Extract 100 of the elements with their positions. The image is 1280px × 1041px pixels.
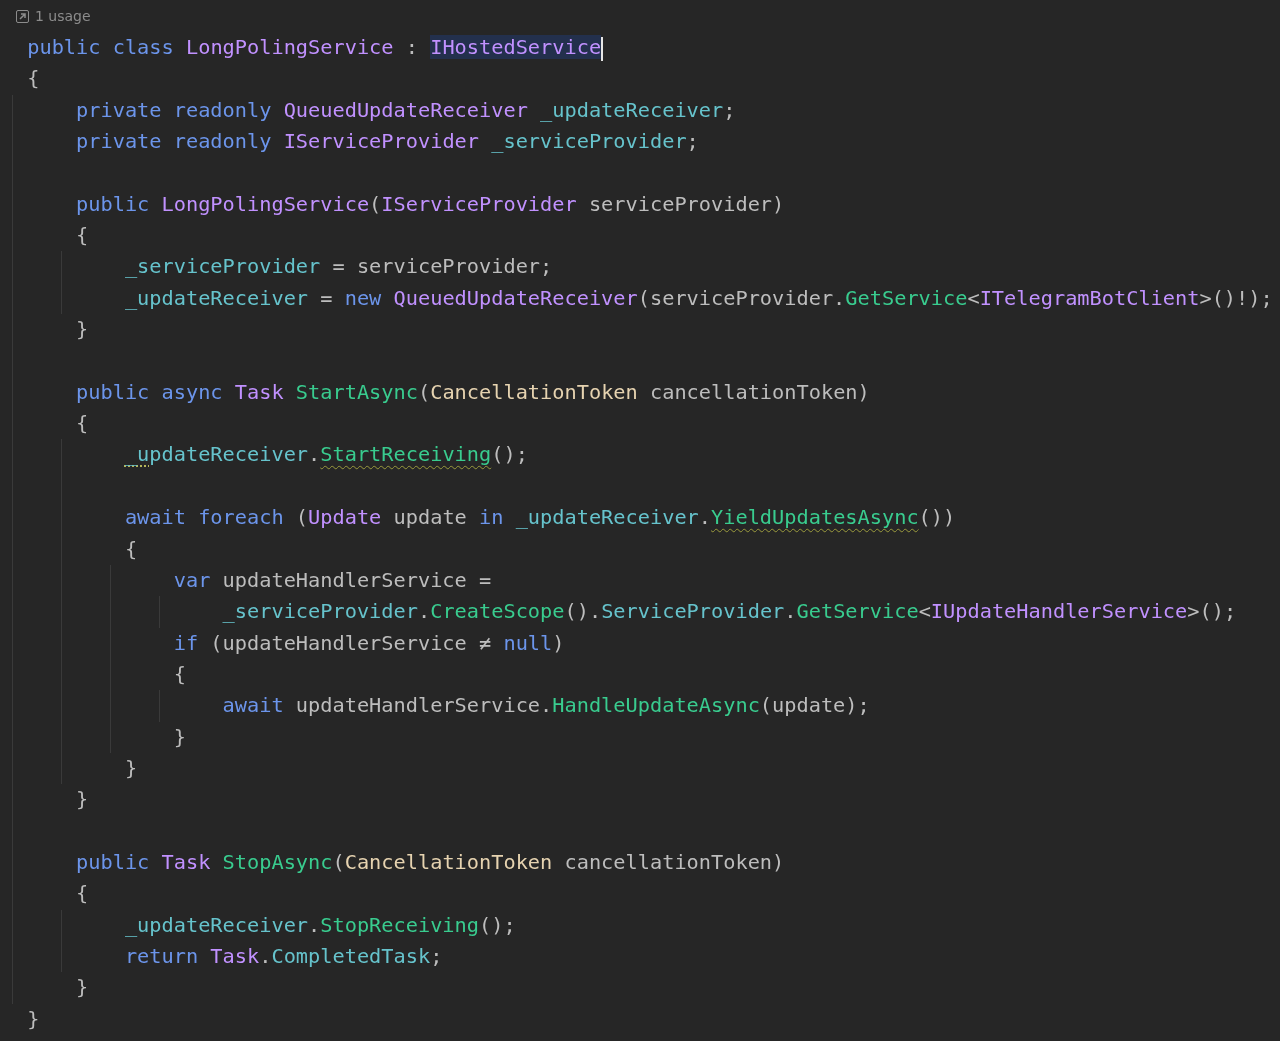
code-text: ( xyxy=(332,849,345,874)
method-name: GetService xyxy=(845,285,968,310)
code-text: . xyxy=(698,505,712,530)
code-text: (serviceProvider. xyxy=(637,285,846,310)
keyword: async xyxy=(160,379,223,404)
code-text: < xyxy=(967,285,980,310)
field-name: pdateReceiver xyxy=(149,442,309,467)
keyword: in xyxy=(479,505,504,530)
type-name: LongPolingService xyxy=(184,35,394,59)
keyword: public xyxy=(27,35,101,59)
type-name: IServiceProvider xyxy=(282,129,479,154)
type-name: Task xyxy=(209,943,260,968)
method-name: GetService xyxy=(796,599,919,624)
method-name: StartReceiving xyxy=(320,442,492,467)
field-name: _updateReceiver xyxy=(124,912,309,937)
code-text: . xyxy=(417,599,431,624)
code-text: updateHandlerService. xyxy=(294,693,553,718)
keyword: foreach xyxy=(197,505,284,530)
keyword: var xyxy=(173,567,211,592)
code-text: update xyxy=(392,505,468,530)
method-name: HandleUpdateAsync xyxy=(552,693,760,718)
keyword: private xyxy=(76,129,162,154)
method-name: StopReceiving xyxy=(320,912,479,937)
field-name: CompletedTask xyxy=(271,943,431,968)
keyword: null xyxy=(503,630,553,655)
field-name: _serviceProvider xyxy=(222,599,418,624)
code-text: < xyxy=(918,599,931,624)
keyword: readonly xyxy=(172,97,272,122)
selected-code-text: IHostedService xyxy=(430,35,602,59)
code-text: (updateHandlerService ≠ xyxy=(209,630,493,655)
keyword: if xyxy=(173,630,199,655)
type-name: Update xyxy=(308,505,382,530)
field-name: _serviceProvider xyxy=(124,254,321,279)
keyword: await xyxy=(124,505,186,530)
code-text: . xyxy=(784,599,797,624)
method-name: StopAsync xyxy=(221,849,333,874)
keyword: public xyxy=(76,191,150,216)
method-name: CreateScope xyxy=(430,599,565,624)
type-name: Task xyxy=(233,379,284,404)
field-name: _u xyxy=(124,442,150,467)
keyword: public xyxy=(76,379,150,404)
type-name: ITelegramBotClient xyxy=(979,285,1200,310)
jump-arrow-icon xyxy=(16,9,29,23)
code-text: . xyxy=(308,912,321,937)
field-name: _updateReceiver xyxy=(514,505,699,530)
code-text: { xyxy=(124,536,138,561)
code-text: { xyxy=(173,661,186,686)
code-text: { xyxy=(76,411,89,436)
field-name: ServiceProvider xyxy=(601,599,785,624)
code-text: ; xyxy=(686,129,699,154)
usage-count-link[interactable]: 1 usage xyxy=(35,8,91,24)
code-text: (); xyxy=(491,442,528,467)
code-text: = serviceProvider; xyxy=(331,254,553,279)
code-text: ( xyxy=(417,379,431,404)
code-text: : xyxy=(404,35,419,59)
code-text: } xyxy=(124,755,138,780)
code-text: (). xyxy=(564,599,602,624)
type-name: QueuedUpdateReceiver xyxy=(392,285,638,310)
keyword: new xyxy=(344,285,382,310)
code-text: } xyxy=(76,787,89,812)
type-name: IUpdateHandlerService xyxy=(930,599,1188,624)
code-text: . xyxy=(308,442,321,467)
type-name: QueuedUpdateReceiver xyxy=(282,97,528,122)
code-text: cancellationToken) xyxy=(563,849,785,874)
keyword: private xyxy=(76,97,162,122)
code-text: ( xyxy=(294,505,309,530)
code-text: ()) xyxy=(918,505,956,530)
type-name: Task xyxy=(160,849,211,874)
code-text: = xyxy=(319,285,334,310)
code-text: >()!); xyxy=(1199,285,1273,310)
field-name: _updateReceiver xyxy=(124,285,309,310)
code-text: { xyxy=(76,881,89,906)
field-name: _serviceProvider xyxy=(490,129,687,154)
code-text: } xyxy=(76,975,89,1000)
type-name: CancellationToken xyxy=(344,849,553,874)
code-text: >(); xyxy=(1187,599,1237,624)
method-name: StartAsync xyxy=(294,379,418,404)
type-name: CancellationToken xyxy=(430,379,638,404)
method-name: YieldUpdatesAsync xyxy=(711,505,919,530)
keyword: public xyxy=(76,849,150,874)
type-name: IServiceProvider xyxy=(381,191,577,216)
keyword: return xyxy=(124,943,199,968)
keyword: readonly xyxy=(172,129,272,154)
code-text: ; xyxy=(430,943,443,968)
code-text: updateHandlerService = xyxy=(221,567,492,592)
code-text: serviceProvider) xyxy=(587,191,785,216)
code-text: } xyxy=(76,317,89,342)
code-text: cancellationToken) xyxy=(648,379,870,404)
code-text: . xyxy=(259,943,272,968)
code-text: (); xyxy=(479,912,516,937)
keyword: await xyxy=(222,693,284,718)
code-text: { xyxy=(76,223,89,248)
code-text: ( xyxy=(369,191,382,216)
code-text: } xyxy=(173,724,186,749)
code-text: { xyxy=(27,66,40,91)
type-name: LongPolingService xyxy=(160,191,370,216)
code-text: ; xyxy=(723,97,736,122)
field-name: _updateReceiver xyxy=(539,97,724,122)
code-text: (update); xyxy=(759,693,870,718)
code-text: } xyxy=(27,1006,40,1031)
